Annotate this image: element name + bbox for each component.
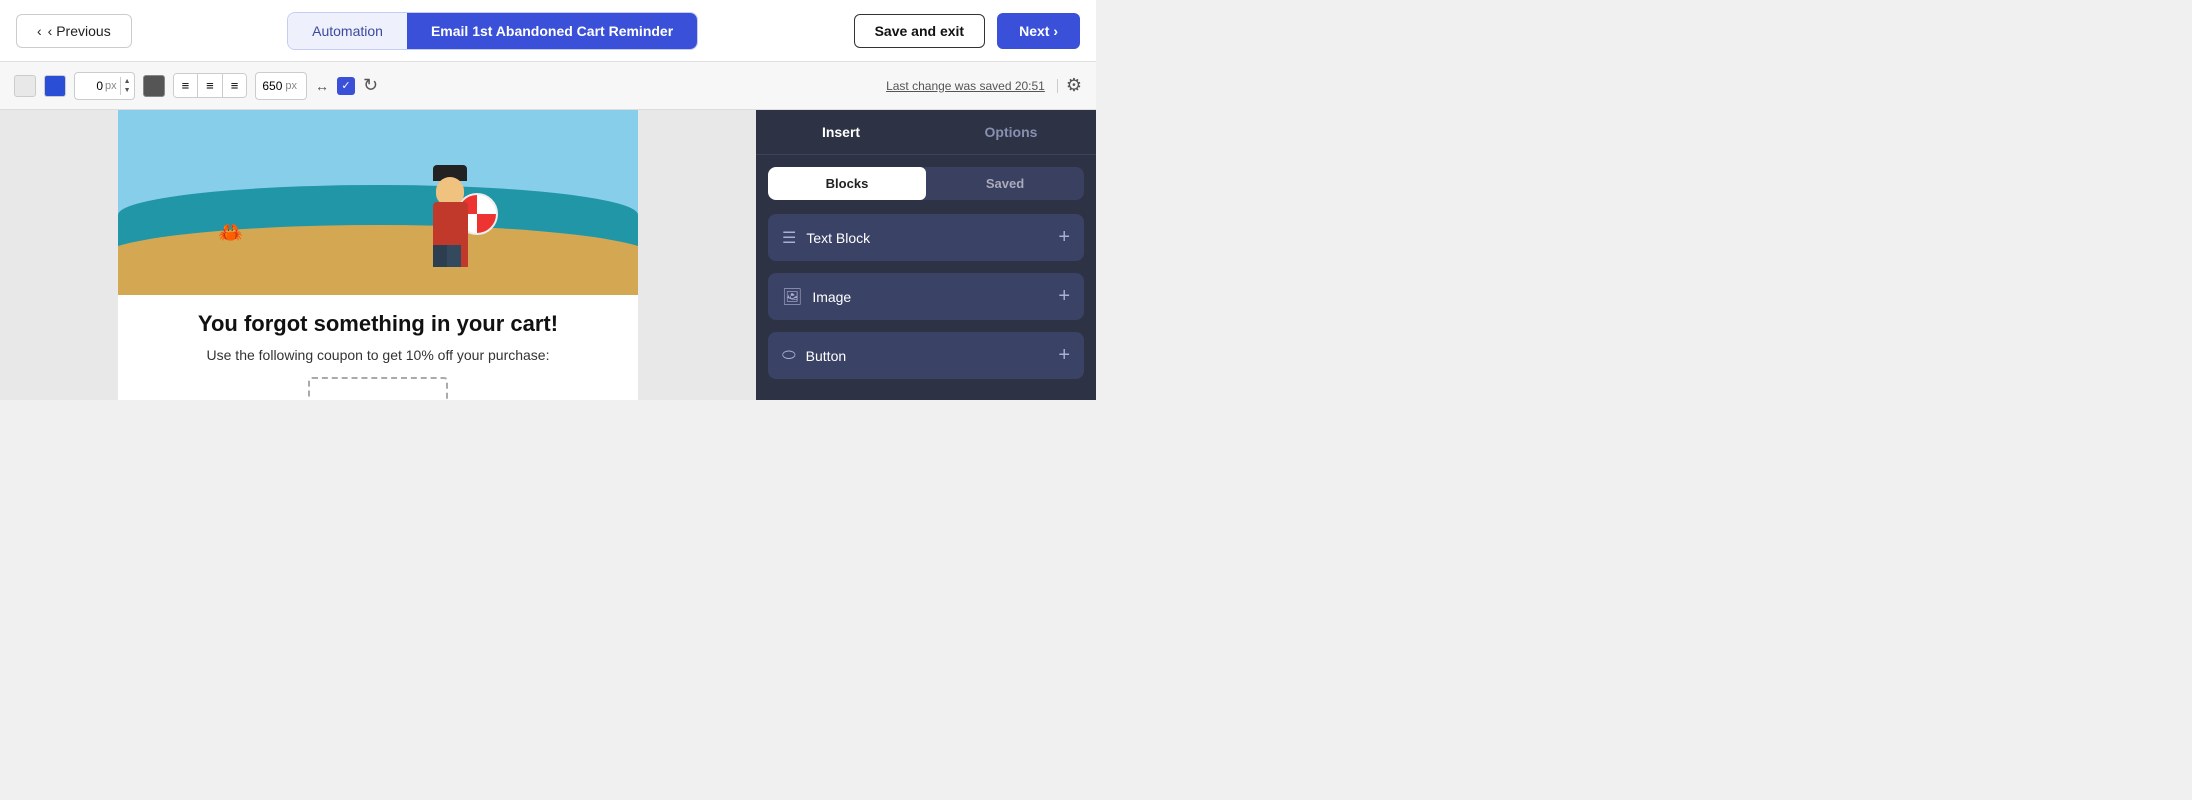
padding-unit-label: px	[105, 80, 120, 92]
block-item-button[interactable]: ⬭ Button +	[768, 332, 1084, 379]
blocks-label: Blocks	[826, 176, 869, 191]
pirate-leg-left	[433, 245, 447, 267]
bg-color-swatch[interactable]	[14, 75, 36, 97]
block-item-text[interactable]: ☰ Text Block +	[768, 214, 1084, 261]
add-button-block-icon[interactable]: +	[1058, 344, 1070, 367]
settings-icon[interactable]: ⚙	[1066, 75, 1082, 96]
align-left-button[interactable]: ≡	[174, 74, 199, 97]
padding-arrows[interactable]: ▲ ▼	[120, 77, 134, 95]
next-button[interactable]: Next ›	[997, 13, 1080, 49]
width-input[interactable]: 650 px	[255, 72, 307, 100]
align-center-button[interactable]: ≡	[198, 74, 223, 97]
blocks-saved-toggle: Blocks Saved	[768, 167, 1084, 200]
align-right-button[interactable]: ≡	[223, 74, 247, 97]
email-heading: You forgot something in your cart!	[148, 311, 608, 337]
crab-icon: 🦀	[218, 220, 243, 245]
saved-button[interactable]: Saved	[926, 167, 1084, 200]
pirate-leg-right	[447, 245, 461, 267]
text-block-label: Text Block	[806, 230, 870, 246]
block-text-left: ☰ Text Block	[782, 228, 870, 248]
expand-icon[interactable]: ↔	[315, 78, 329, 94]
coupon-box	[308, 377, 448, 400]
tab-insert[interactable]: Insert	[756, 110, 926, 154]
top-bar: ‹ ‹ Previous Automation Email 1st Abando…	[0, 0, 1096, 62]
button-block-label: Button	[806, 348, 846, 364]
block-item-image[interactable]: 🖼 Image +	[768, 273, 1084, 320]
up-arrow[interactable]: ▲	[121, 77, 134, 86]
options-tab-label: Options	[985, 124, 1038, 140]
breadcrumb-automation[interactable]: Automation	[288, 13, 407, 49]
sand	[118, 225, 638, 295]
down-arrow[interactable]: ▼	[121, 86, 134, 95]
add-image-block-icon[interactable]: +	[1058, 285, 1070, 308]
right-sidebar: Insert Options Blocks Saved ☰ Text Block…	[756, 110, 1096, 400]
breadcrumb: Automation Email 1st Abandoned Cart Remi…	[287, 12, 698, 50]
insert-tab-label: Insert	[822, 124, 860, 140]
block-image-left: 🖼 Image	[782, 287, 851, 307]
add-text-block-icon[interactable]: +	[1058, 226, 1070, 249]
alignment-group: ≡ ≡ ≡	[173, 73, 248, 98]
email-subtext: Use the following coupon to get 10% off …	[148, 347, 608, 363]
pirate-figure	[423, 157, 478, 267]
next-label: Next ›	[1019, 23, 1058, 39]
image-block-label: Image	[812, 289, 851, 305]
top-right-actions: Save and exit Next ›	[854, 13, 1080, 49]
checkmark-icon: ✓	[341, 79, 350, 92]
breadcrumb-current: Email 1st Abandoned Cart Reminder	[407, 13, 697, 49]
email-content: You forgot something in your cart! Use t…	[118, 295, 638, 400]
block-button-left: ⬭ Button	[782, 347, 846, 365]
save-exit-button[interactable]: Save and exit	[854, 14, 986, 48]
padding-input[interactable]: px ▲ ▼	[74, 72, 135, 100]
text-color-swatch[interactable]	[44, 75, 66, 97]
blocks-button[interactable]: Blocks	[768, 167, 926, 200]
last-saved-text: Last change was saved 20:51	[886, 79, 1058, 93]
border-color-swatch[interactable]	[143, 75, 165, 97]
previous-label: ‹ Previous	[48, 23, 111, 39]
checkbox[interactable]: ✓	[337, 77, 355, 95]
email-canvas: 🦀 You forgot something in your cart! Use…	[118, 110, 638, 400]
automation-label: Automation	[312, 23, 383, 39]
saved-label: Saved	[986, 176, 1024, 191]
save-exit-label: Save and exit	[875, 23, 965, 39]
toolbar: px ▲ ▼ ≡ ≡ ≡ 650 px ↔ ✓ ↺ Last change wa…	[0, 62, 1096, 110]
button-block-icon: ⬭	[782, 347, 796, 365]
undo-button[interactable]: ↺	[363, 75, 378, 96]
canvas-area: 🦀 You forgot something in your cart! Use…	[0, 110, 756, 400]
previous-button[interactable]: ‹ ‹ Previous	[16, 14, 132, 48]
image-block-icon: 🖼	[782, 287, 802, 307]
main-layout: 🦀 You forgot something in your cart! Use…	[0, 110, 1096, 400]
beach-illustration: 🦀	[118, 110, 638, 295]
current-step-label: Email 1st Abandoned Cart Reminder	[431, 23, 673, 39]
width-unit: px	[285, 80, 300, 92]
text-block-icon: ☰	[782, 228, 796, 248]
tab-options[interactable]: Options	[926, 110, 1096, 154]
sidebar-tab-row: Insert Options	[756, 110, 1096, 155]
pirate-head	[436, 177, 464, 205]
chevron-left-icon: ‹	[37, 23, 42, 39]
padding-value[interactable]	[75, 79, 105, 93]
width-value: 650	[262, 79, 282, 93]
